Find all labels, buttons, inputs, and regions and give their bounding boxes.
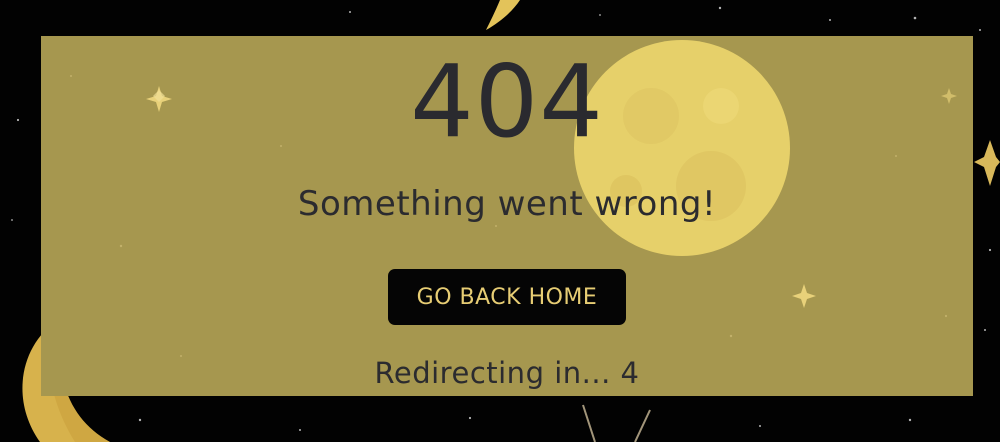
crescent-moon-icon — [486, 0, 520, 30]
redirect-countdown: Redirecting in... 4 — [374, 356, 640, 390]
error-message: Something went wrong! — [297, 184, 717, 224]
error-content: 404 Something went wrong! GO BACK HOME R… — [41, 36, 973, 396]
sparkle-star-icon — [974, 140, 1000, 186]
error-panel: 404 Something went wrong! GO BACK HOME R… — [41, 36, 973, 396]
burst-lines-icon — [582, 404, 651, 442]
error-code: 404 — [410, 43, 604, 160]
error-page: 404 Something went wrong! GO BACK HOME R… — [0, 0, 1000, 442]
go-back-home-button[interactable]: GO BACK HOME — [388, 269, 626, 325]
